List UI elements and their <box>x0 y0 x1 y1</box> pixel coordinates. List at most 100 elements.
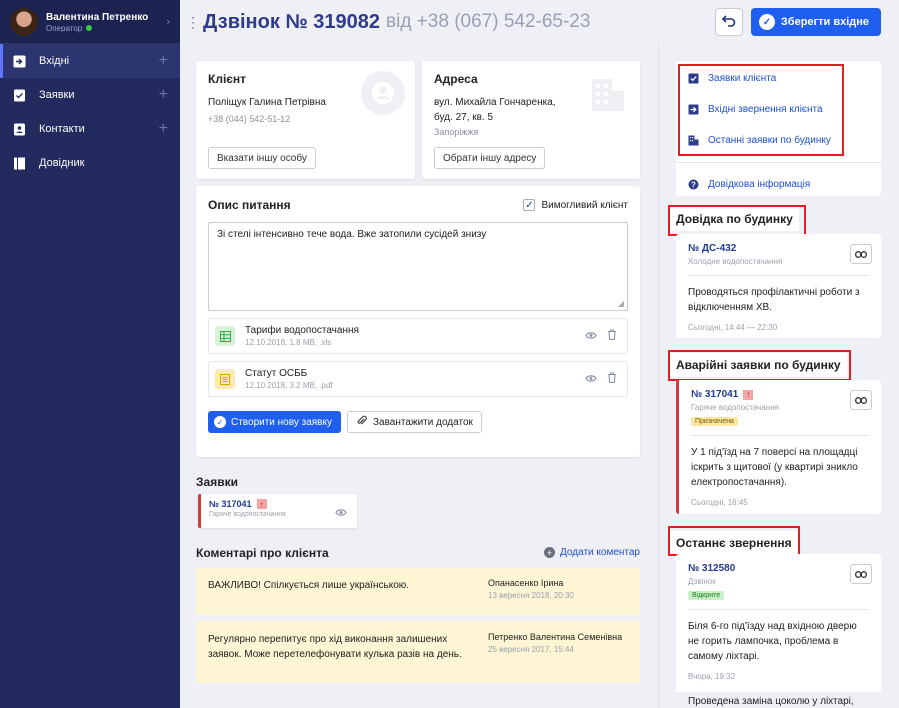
description-text: Зі стелі інтенсивно тече вода. Вже затоп… <box>217 229 487 240</box>
vip-checkbox[interactable]: ✓ Вимогливий клієнт <box>523 199 628 211</box>
attachment-item[interactable]: Тарифи водопостачання 12.10.2018, 1.8 MB… <box>208 318 628 354</box>
sidebar-item-contacts[interactable]: Контакти + <box>0 112 180 146</box>
description-card: Опис питання ✓ Вимогливий клієнт Зі стел… <box>196 186 640 457</box>
add-inbox-button[interactable]: + <box>159 52 168 70</box>
help-icon: ? <box>688 179 699 190</box>
add-request-button[interactable]: + <box>159 86 168 104</box>
link-icon[interactable] <box>850 564 872 584</box>
right-panel: Заявки клієнта Вхідні звернення клієнта … <box>658 44 899 708</box>
plus-circle-icon: + <box>544 547 556 558</box>
upload-attachment-button[interactable]: Завантажити додаток <box>346 411 482 433</box>
emergency-card[interactable]: № 317041 ↑ Гаряче водопостачання Призначе… <box>676 380 881 514</box>
upload-attachment-label: Завантажити додаток <box>372 416 473 428</box>
trash-icon[interactable] <box>607 329 617 343</box>
drag-handle-icon[interactable]: ⋮ <box>186 14 200 31</box>
highlight-frame <box>678 64 844 156</box>
status-badge: Призначена <box>691 417 738 426</box>
undo-button[interactable] <box>714 8 743 36</box>
contact-text: Біля 6-го під'їзду над вхідною дверю не … <box>688 621 857 662</box>
ref-number[interactable]: № ДС-432 <box>688 243 869 254</box>
contact-number[interactable]: № 312580 <box>688 563 869 574</box>
emergency-time: Сьогодні, 16:45 <box>691 498 748 507</box>
main-content: Клієнт Поліщук Галина Петрівна +38 (044)… <box>180 44 658 708</box>
comment-text: Регулярно перепитує про хід виконання за… <box>208 634 462 660</box>
ref-time: Сьогодні, 14:44 — 22:30 <box>688 323 778 332</box>
comment-date: 25 вересня 2017, 15:44 <box>488 645 574 654</box>
sidebar-item-label: Заявки <box>39 89 75 101</box>
add-comment-label: Додати коментар <box>560 547 640 558</box>
checkbox-checked-icon[interactable]: ✓ <box>523 199 536 211</box>
trash-icon[interactable] <box>607 372 617 386</box>
page-header: ⋮ Дзвінок № 319082 від +38 (067) 542-65-… <box>180 0 899 44</box>
comment-date: 13 вересня 2018, 20:30 <box>488 591 574 600</box>
contact-card-icon <box>12 122 26 136</box>
checklist-icon <box>12 88 26 102</box>
online-status-icon <box>86 25 93 31</box>
page-title: Дзвінок № 319082 <box>203 10 380 33</box>
user-name: Валентина Петренко <box>46 11 149 23</box>
attachment-name: Статут ОСББ <box>245 368 308 379</box>
eye-icon[interactable] <box>585 329 597 343</box>
change-address-button[interactable]: Обрати іншу адресу <box>434 147 546 169</box>
document-icon <box>215 369 235 389</box>
attachment-name: Тарифи водопостачання <box>245 325 359 336</box>
add-contact-button[interactable]: + <box>159 120 168 138</box>
vip-label: Вимогливий клієнт <box>541 199 628 211</box>
building-placeholder-icon <box>588 73 628 113</box>
comment-author: Опанасенко Ірина <box>488 578 564 588</box>
attachment-meta: 12.10.2018, 1.8 MB, .xls <box>245 338 332 347</box>
add-comment-button[interactable]: + Додати коментар <box>544 547 640 558</box>
chevron-right-icon[interactable]: › <box>166 16 170 28</box>
create-request-label: Створити нову заявку <box>231 416 332 428</box>
attachment-item[interactable]: Статут ОСББ 12.10.2018, 3.2 MB, .pdf <box>208 361 628 397</box>
request-number: № 317041 <box>209 499 252 509</box>
check-icon: ✓ <box>758 14 775 30</box>
description-heading: Опис питання <box>208 198 291 212</box>
contact-followup-text: Проведена заміна цоколю у ліхтарі, <box>676 692 881 708</box>
sidebar-item-label: Вхідні <box>39 55 70 67</box>
sidebar-item-inbox[interactable]: Вхідні + <box>0 44 180 78</box>
resize-grip-icon[interactable]: ◢ <box>618 299 624 308</box>
comment-author: Петренко Валентина Семенівна <box>488 632 623 642</box>
svg-text:?: ? <box>691 180 696 189</box>
save-button[interactable]: ✓ Зберегти вхідне <box>750 8 881 36</box>
eye-icon[interactable] <box>585 372 597 386</box>
request-type: Гаряче водопостачання <box>209 511 286 518</box>
description-textarea[interactable]: Зі стелі інтенсивно тече вода. Вже затоп… <box>208 222 628 311</box>
inbox-icon <box>12 54 26 68</box>
change-person-button[interactable]: Вказати іншу особу <box>208 147 316 169</box>
caller-phone: від +38 (067) 542-65-23 <box>386 11 591 32</box>
address-city: Запоріжжя <box>434 127 479 137</box>
user-role: Оператор <box>46 24 166 33</box>
comment-item: Регулярно перепитує про хід виконання за… <box>196 621 640 683</box>
sidebar-item-label: Контакти <box>39 123 85 135</box>
status-badge: Відкрите <box>688 591 725 600</box>
building-ref-card[interactable]: № ДС-432 Холодне водопостачання Проводят… <box>676 234 881 338</box>
highlight-frame <box>668 350 851 381</box>
comment-text: ВАЖЛИВО! Спілкується лише українською. <box>208 580 410 591</box>
comments-heading: Коментарі про клієнта <box>196 546 329 560</box>
link-help[interactable]: ? Довідкова інформація <box>676 169 881 200</box>
link-icon[interactable] <box>850 390 872 410</box>
request-chip[interactable]: № 317041 ↑ Гаряче водопостачання <box>198 494 357 528</box>
contact-time: Вчора, 19:32 <box>688 672 736 681</box>
requests-heading: Заявки <box>196 475 238 489</box>
eye-icon[interactable] <box>335 506 347 520</box>
sidebar-item-label: Довідник <box>39 157 85 169</box>
ref-type: Холодне водопостачання <box>688 257 783 266</box>
create-request-button[interactable]: ✓ Створити нову заявку <box>208 411 341 433</box>
link-icon[interactable] <box>850 244 872 264</box>
priority-up-icon: ↑ <box>743 389 754 400</box>
user-panel[interactable]: Валентина Петренко Оператор › <box>0 0 180 44</box>
contact-type: Дзвінок <box>688 577 716 586</box>
priority-up-icon: ↑ <box>256 499 267 509</box>
book-icon <box>12 156 26 170</box>
comment-item: ВАЖЛИВО! Спілкується лише українською. О… <box>196 568 640 615</box>
last-contact-card[interactable]: № 312580 Дзвінок Відкрите Біля 6-го під'… <box>676 554 881 694</box>
sidebar: Валентина Петренко Оператор › Вхідні + З… <box>0 0 180 708</box>
sidebar-item-directory[interactable]: Довідник <box>0 146 180 180</box>
person-placeholder-icon <box>361 71 405 115</box>
sidebar-item-requests[interactable]: Заявки + <box>0 78 180 112</box>
attachment-meta: 12.10.2018, 3.2 MB, .pdf <box>245 381 333 390</box>
emergency-number[interactable]: № 317041 <box>691 389 738 400</box>
